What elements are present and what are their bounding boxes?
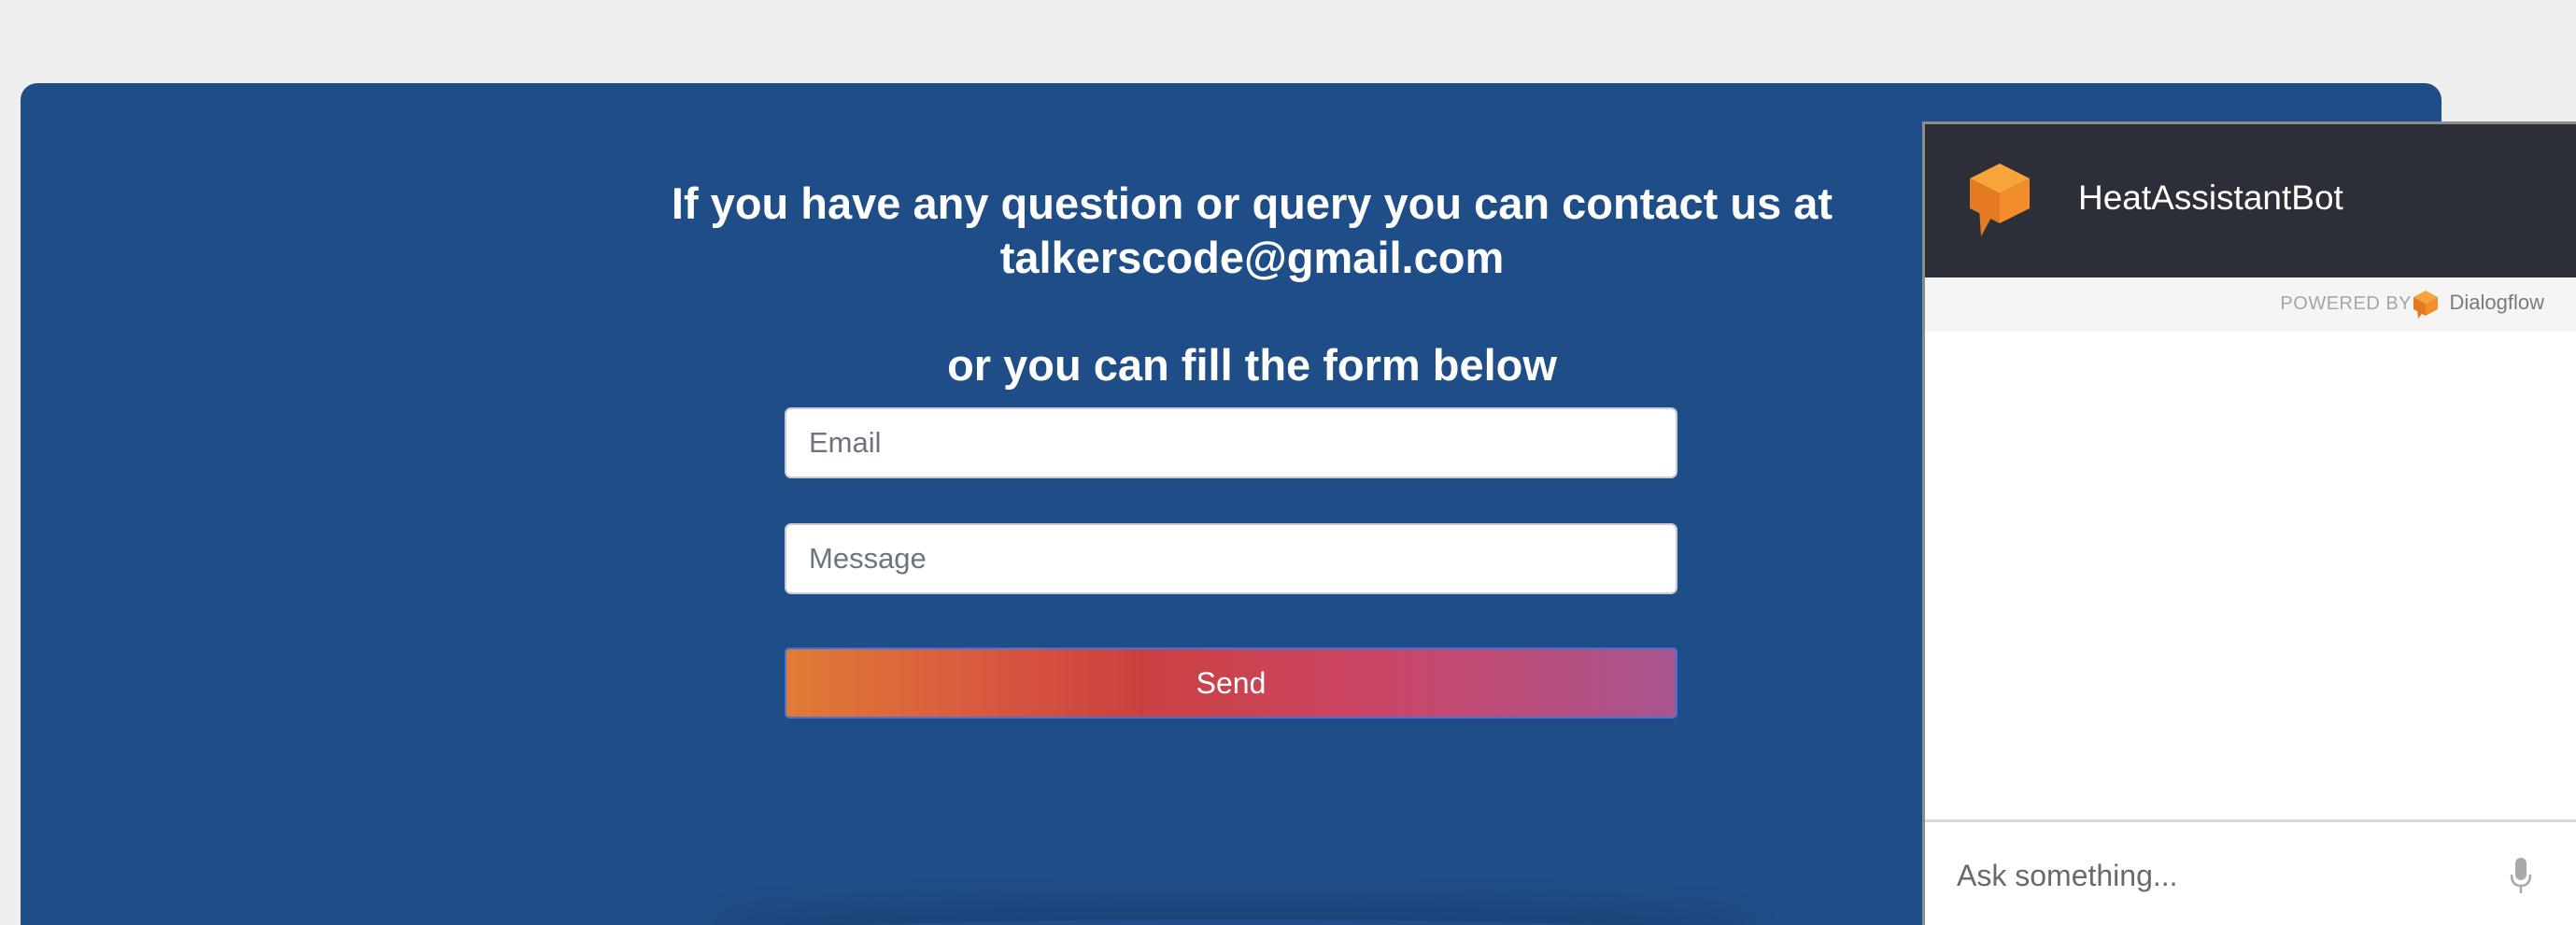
bot-name: HeatAssistantBot — [2078, 178, 2343, 217]
contact-email: talkerscode@gmail.com — [999, 233, 1505, 282]
speech-cube-logo-icon — [1970, 164, 2030, 236]
headline-line-1: If you have any question or query you ca… — [671, 178, 1833, 228]
chat-messages-area[interactable] — [1925, 332, 2576, 819]
powered-by-label: POWERED BY — [2280, 293, 2412, 314]
message-field[interactable] — [785, 523, 1677, 594]
powered-by-bar: POWERED BY Dialogflow — [1925, 278, 2576, 332]
chat-input[interactable] — [1955, 848, 2482, 903]
chat-input-bar — [1925, 819, 2576, 925]
dialogflow-brand-name: Dialogflow — [2449, 291, 2545, 314]
form-intro: or you can fill the form below — [947, 340, 1557, 390]
chat-header: HeatAssistantBot — [1925, 124, 2576, 278]
page: If you have any question or query you ca… — [0, 0, 2576, 925]
email-field[interactable] — [785, 407, 1677, 478]
chat-widget: HeatAssistantBot POWERED BY Dialogflow — [1922, 121, 2576, 925]
dialogflow-logo-icon — [2413, 291, 2438, 319]
contact-headline: If you have any question or query you ca… — [581, 177, 1923, 285]
footer-shadow — [712, 919, 1758, 925]
microphone-icon[interactable] — [2510, 858, 2532, 895]
send-button[interactable]: Send — [785, 648, 1677, 719]
